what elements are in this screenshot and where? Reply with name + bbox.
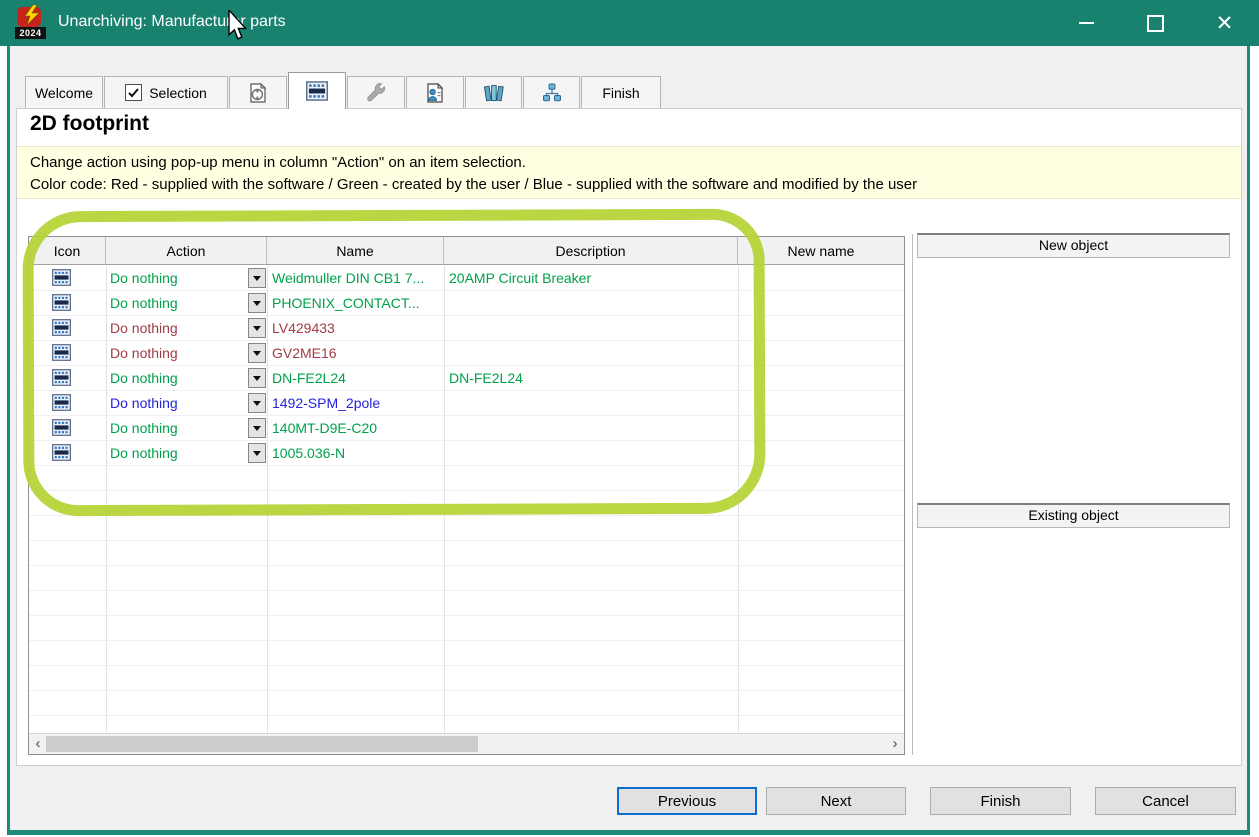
symbol-page-icon: [248, 83, 268, 103]
app-logo-icon: 2024: [15, 7, 52, 39]
person-document-icon: [425, 83, 445, 103]
window-title: Unarchiving: Manufacturer parts: [58, 13, 286, 31]
maximize-icon: [1147, 15, 1164, 32]
tab-2d-footprint[interactable]: [288, 72, 346, 109]
next-button-label: Next: [821, 793, 852, 810]
titlebar: 2024 Unarchiving: Manufacturer parts ✕: [0, 0, 1259, 46]
window-border-bottom: [7, 830, 1250, 835]
horizontal-scrollbar[interactable]: ‹ ›: [29, 733, 904, 754]
tab-hierarchy[interactable]: [523, 76, 580, 108]
window-controls: ✕: [1052, 0, 1259, 46]
tab-welcome-label: Welcome: [35, 85, 93, 101]
panel-divider: [912, 234, 913, 755]
tab-person-document[interactable]: [406, 76, 464, 108]
scroll-right-icon[interactable]: ›: [887, 734, 903, 754]
tab-books[interactable]: [465, 76, 522, 108]
maximize-button[interactable]: [1121, 0, 1190, 46]
notice-line-1: Change action using pop-up menu in colum…: [30, 152, 1241, 174]
tab-symbol[interactable]: [229, 76, 287, 108]
window-border-left: [7, 46, 10, 834]
highlight-annotation-oval: [22, 209, 765, 517]
tab-selection[interactable]: Selection: [104, 76, 228, 108]
close-icon: ✕: [1216, 13, 1234, 34]
tab-welcome[interactable]: Welcome: [25, 76, 103, 108]
notice-line-2: Color code: Red - supplied with the soft…: [30, 174, 1241, 196]
finish-button-label: Finish: [980, 793, 1020, 810]
hierarchy-icon: [542, 83, 562, 102]
cancel-button[interactable]: Cancel: [1095, 787, 1236, 815]
mouse-cursor: [227, 10, 249, 42]
minimize-button[interactable]: [1052, 0, 1121, 46]
notice-banner: Change action using pop-up menu in colum…: [17, 146, 1241, 199]
previous-button[interactable]: Previous: [617, 787, 757, 815]
page-title: 2D footprint: [30, 112, 149, 136]
scroll-left-icon[interactable]: ‹: [30, 734, 46, 754]
tab-wrench[interactable]: [347, 76, 405, 108]
lightning-bolt-icon: [23, 5, 41, 27]
new-object-panel-header: New object: [917, 233, 1230, 258]
close-button[interactable]: ✕: [1190, 0, 1259, 46]
cancel-button-label: Cancel: [1142, 793, 1189, 810]
window-border-right: [1247, 46, 1250, 834]
wrench-icon: [366, 82, 387, 103]
books-icon: [483, 83, 505, 103]
tab-selection-label: Selection: [149, 85, 207, 101]
scrollbar-thumb[interactable]: [46, 736, 478, 752]
checkbox-checked-icon[interactable]: [125, 84, 142, 101]
finish-button[interactable]: Finish: [930, 787, 1071, 815]
tab-finish[interactable]: Finish: [581, 76, 661, 108]
minimize-icon: [1079, 22, 1094, 24]
app-logo-year: 2024: [15, 27, 46, 39]
previous-button-label: Previous: [658, 793, 716, 810]
existing-object-panel-header: Existing object: [917, 503, 1230, 528]
tab-finish-label: Finish: [602, 85, 639, 101]
footprint-icon: [306, 81, 328, 101]
next-button[interactable]: Next: [766, 787, 906, 815]
